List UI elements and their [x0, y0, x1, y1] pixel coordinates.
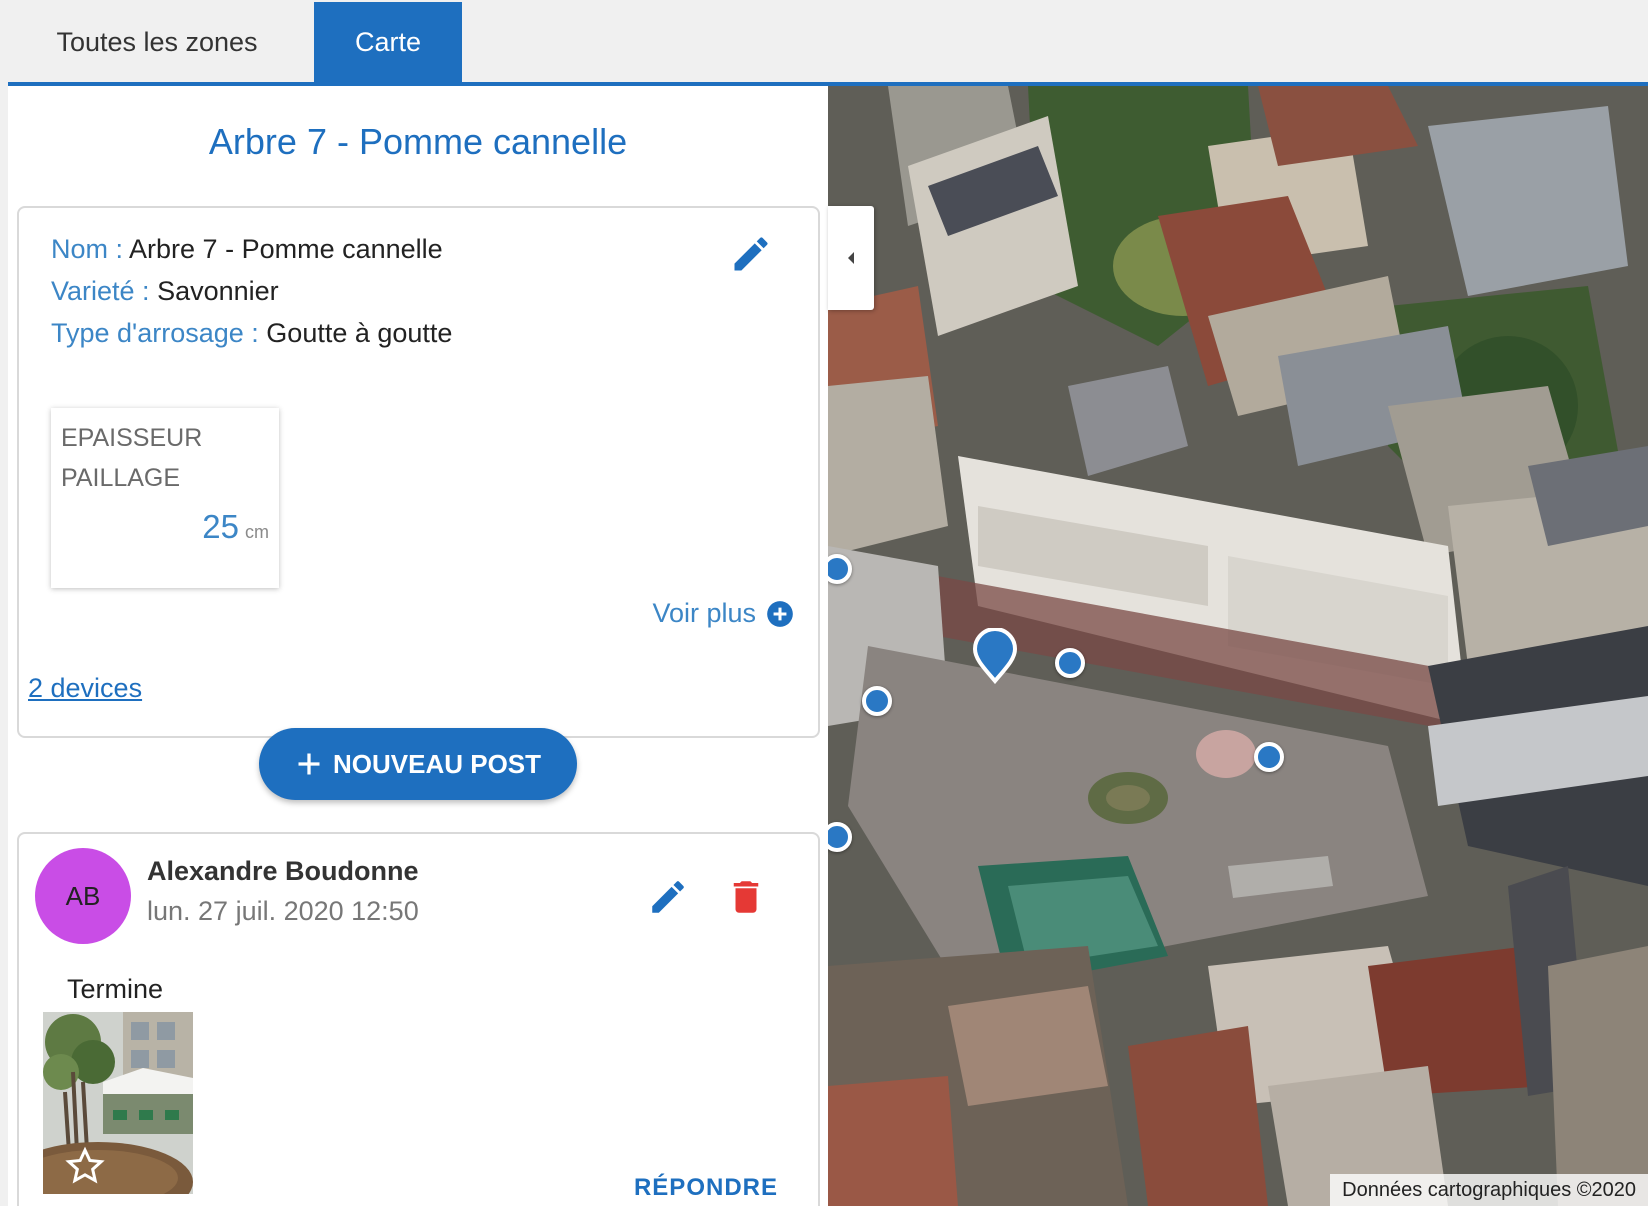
mulch-thickness-label: EPAISSEUR PAILLAGE: [61, 424, 203, 492]
edit-icon[interactable]: [729, 232, 773, 276]
tab-bar: Toutes les zones Carte: [0, 0, 1648, 86]
edit-icon[interactable]: [647, 876, 689, 918]
tab-carte[interactable]: Carte: [314, 2, 462, 82]
star-icon[interactable]: [65, 1146, 105, 1186]
map-attribution: Données cartographiques ©2020: [1330, 1174, 1648, 1206]
post-photo[interactable]: [43, 1012, 193, 1194]
plus-circle-icon: [767, 600, 793, 627]
map-marker[interactable]: [1254, 742, 1284, 772]
post-text: Termine: [67, 974, 164, 1004]
delete-icon[interactable]: [725, 876, 767, 918]
tab-toutes-les-zones[interactable]: Toutes les zones: [0, 2, 314, 82]
name-row: Nom : Arbre 7 - Pomme cannelle: [51, 234, 443, 265]
detail-panel: Arbre 7 - Pomme cannelle Nom : Arbre 7 -…: [8, 86, 828, 1206]
post-author: Alexandre Boudonne: [147, 856, 419, 886]
variety-label: Varieté :: [51, 276, 150, 306]
watering-value: Goutte à goutte: [266, 318, 453, 348]
mulch-thickness-value: 25 cm: [202, 508, 269, 546]
post-card: AB Alexandre Boudonne lun. 27 juil. 2020…: [17, 832, 820, 1206]
mulch-thickness-card: EPAISSEUR PAILLAGE 25 cm: [51, 408, 279, 588]
devices-link[interactable]: 2 devices: [28, 673, 142, 704]
collapse-panel-button[interactable]: [828, 206, 874, 310]
voir-plus-link[interactable]: Voir plus: [652, 598, 794, 629]
map-marker[interactable]: [1055, 648, 1085, 678]
voir-plus-label: Voir plus: [652, 598, 756, 628]
name-value: Arbre 7 - Pomme cannelle: [129, 234, 443, 264]
tree-info-card: Nom : Arbre 7 - Pomme cannelle Varieté :…: [17, 206, 820, 738]
new-post-button[interactable]: NOUVEAU POST: [259, 728, 577, 800]
watering-label: Type d'arrosage :: [51, 318, 259, 348]
watering-row: Type d'arrosage : Goutte à goutte: [51, 318, 452, 349]
satellite-imagery: [828, 86, 1648, 1206]
new-post-label: NOUVEAU POST: [332, 748, 542, 779]
avatar: AB: [35, 848, 131, 944]
post-date: lun. 27 juil. 2020 12:50: [147, 896, 419, 926]
name-label: Nom :: [51, 234, 124, 264]
map-marker[interactable]: [862, 686, 892, 716]
map-pin-icon[interactable]: [972, 628, 1018, 684]
reply-button[interactable]: RÉPONDRE: [634, 1174, 778, 1202]
variety-value: Savonnier: [157, 276, 279, 306]
variety-row: Varieté : Savonnier: [51, 276, 279, 307]
chevron-left-icon: [848, 252, 854, 264]
plus-icon: [298, 753, 320, 775]
page-title: Arbre 7 - Pomme cannelle: [208, 121, 628, 162]
mulch-thickness-unit: cm: [245, 522, 269, 542]
map-view[interactable]: Données cartographiques ©2020: [828, 86, 1648, 1206]
mulch-thickness-number: 25: [202, 508, 239, 545]
